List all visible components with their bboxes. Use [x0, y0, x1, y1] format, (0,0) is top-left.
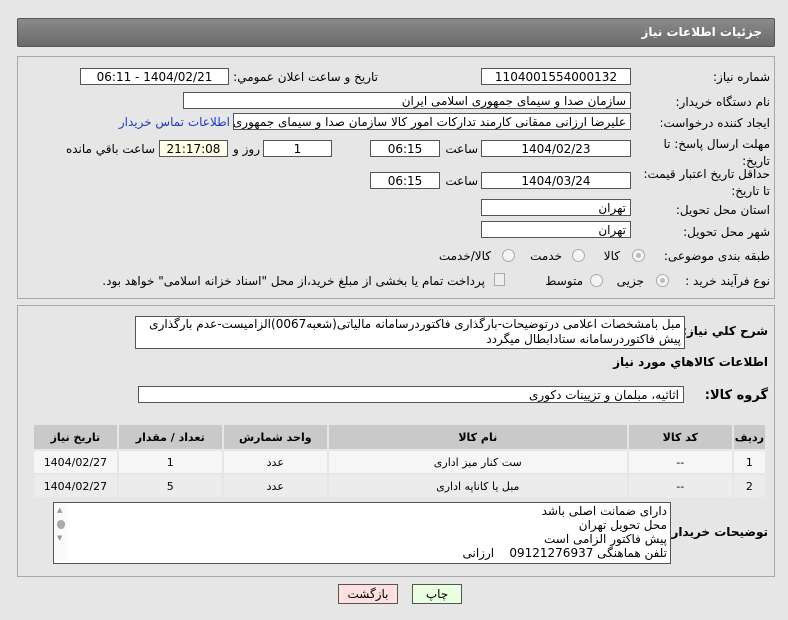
need-number-field: 1104001554000132: [481, 68, 631, 85]
col-date: تاریخ نیاز: [32, 423, 119, 451]
category-label: طبقه بندی موضوعی:: [663, 249, 770, 263]
category-radio-service[interactable]: [572, 249, 585, 262]
buyer-org-field: سازمان صدا و سیمای جمهوری اسلامی ایران: [183, 92, 631, 109]
note-line: تلفن هماهنگی 09121276937 ارزانی: [462, 546, 668, 560]
goods-group-label: گروه کالا:: [704, 388, 768, 403]
process-minor-label: جزیی: [616, 274, 644, 288]
province-label: استان محل تحویل:: [675, 203, 770, 217]
cell-name: ست کنار میز اداری: [326, 449, 629, 475]
description-textarea[interactable]: مبل بامشخصات اعلامی درتوضیحات-بارگذاری ف…: [135, 316, 685, 349]
table-row: 1 -- ست کنار میز اداری عدد 1 1404/02/27: [32, 449, 768, 475]
description-label: شرح کلي نياز:: [682, 324, 768, 338]
validity-date-field: 1404/03/24: [481, 172, 631, 189]
cell-qty: 5: [116, 473, 224, 499]
cell-date: 1404/02/27: [32, 449, 119, 475]
scrollbar[interactable]: ▲ ▼: [54, 503, 68, 561]
process-radio-minor[interactable]: [656, 274, 669, 287]
payment-note: پرداخت تمام یا بخشی از مبلغ خرید،از محل …: [102, 274, 485, 288]
category-both-label: کالا/خدمت: [438, 249, 491, 263]
process-label: نوع فرآیند خرید :: [685, 274, 770, 288]
col-index: ردیف: [731, 423, 768, 451]
deadline-time-field: 06:15: [370, 140, 440, 157]
category-service-label: خدمت: [530, 249, 562, 263]
need-number-label: شماره نیاز:: [713, 70, 770, 84]
process-radio-medium[interactable]: [590, 274, 603, 287]
col-qty: تعداد / مقدار: [116, 423, 224, 451]
cell-unit: عدد: [221, 449, 329, 475]
page-header: جزئیات اطلاعات نیاز: [17, 18, 775, 47]
validity-time-label: ساعت: [445, 174, 478, 188]
deadline-label: مهلت ارسال پاسخ: تا تاریخ:: [663, 137, 770, 168]
creator-field: علیرضا ارزانی ممقانی کارمند تدارکات امور…: [233, 113, 631, 130]
process-medium-label: متوسط: [545, 274, 583, 288]
table-row: 2 -- مبل یا کاناپه اداری عدد 5 1404/02/2…: [32, 473, 768, 499]
print-button[interactable]: چاپ: [412, 584, 462, 604]
goods-section-title: اطلاعات کالاهاي مورد نياز: [613, 355, 768, 369]
deadline-time-label: ساعت: [445, 142, 478, 156]
col-unit: واحد شمارش: [221, 423, 329, 451]
page: جزئیات اطلاعات نیاز شماره نیاز: 11040015…: [0, 0, 788, 620]
validity-time-field: 06:15: [370, 172, 440, 189]
cell-index: 2: [731, 473, 768, 499]
scroll-thumb[interactable]: [57, 520, 65, 529]
category-goods-label: کالا: [603, 249, 620, 263]
announce-field: 1404/02/21 - 06:11: [80, 68, 229, 85]
buyer-notes-textarea[interactable]: دارای ضمانت اصلی باشد محل تحویل تهران پی…: [53, 502, 671, 564]
payment-checkbox[interactable]: [494, 273, 505, 286]
table-header-row: ردیف کد کالا نام کالا واحد شمارش تعداد /…: [32, 423, 768, 451]
cell-index: 1: [731, 449, 768, 475]
days-field: 1: [263, 140, 332, 157]
note-line: محل تحویل تهران: [578, 518, 667, 532]
validity-label: حداقل تاریخ اعتبار قیمت: تا تاریخ:: [643, 167, 770, 198]
province-field: تهران: [481, 199, 631, 216]
city-field: تهران: [481, 221, 631, 238]
creator-label: ایجاد کننده درخواست:: [659, 116, 770, 130]
scroll-down-icon[interactable]: ▼: [57, 534, 62, 542]
page-title: جزئیات اطلاعات نیاز: [641, 25, 762, 39]
category-radio-goods[interactable]: [632, 249, 645, 262]
cell-date: 1404/02/27: [32, 473, 119, 499]
remaining-label: ساعت باقي مانده: [65, 142, 155, 156]
back-button[interactable]: بازگشت: [338, 584, 398, 604]
category-radio-both[interactable]: [502, 249, 515, 262]
announce-label: تاریخ و ساعت اعلان عمومي:: [233, 70, 378, 84]
col-code: کد کالا: [626, 423, 734, 451]
goods-group-field: اثاثیه، مبلمان و تزیینات دکوری: [138, 386, 684, 403]
cell-code: --: [626, 473, 734, 499]
buyer-org-label: نام دستگاه خريدار:: [675, 95, 771, 109]
cell-name: مبل یا کاناپه اداری: [326, 473, 629, 499]
note-line: پیش فاکتور الزامی است: [544, 532, 667, 546]
city-label: شهر محل تحویل:: [683, 225, 770, 239]
col-name: نام کالا: [326, 423, 629, 451]
scroll-up-icon[interactable]: ▲: [57, 506, 62, 514]
cell-unit: عدد: [221, 473, 329, 499]
goods-table: ردیف کد کالا نام کالا واحد شمارش تعداد /…: [32, 423, 768, 499]
cell-qty: 1: [116, 449, 224, 475]
remaining-time-field: 21:17:08: [159, 140, 228, 157]
contact-buyer-link[interactable]: اطلاعات تماس خریدار: [119, 115, 230, 129]
deadline-date-field: 1404/02/23: [481, 140, 631, 157]
days-label: روز و: [233, 142, 260, 156]
buyer-notes-label: توضیحات خریدار:: [666, 525, 768, 539]
note-line: دارای ضمانت اصلی باشد: [541, 504, 667, 518]
cell-code: --: [626, 449, 734, 475]
